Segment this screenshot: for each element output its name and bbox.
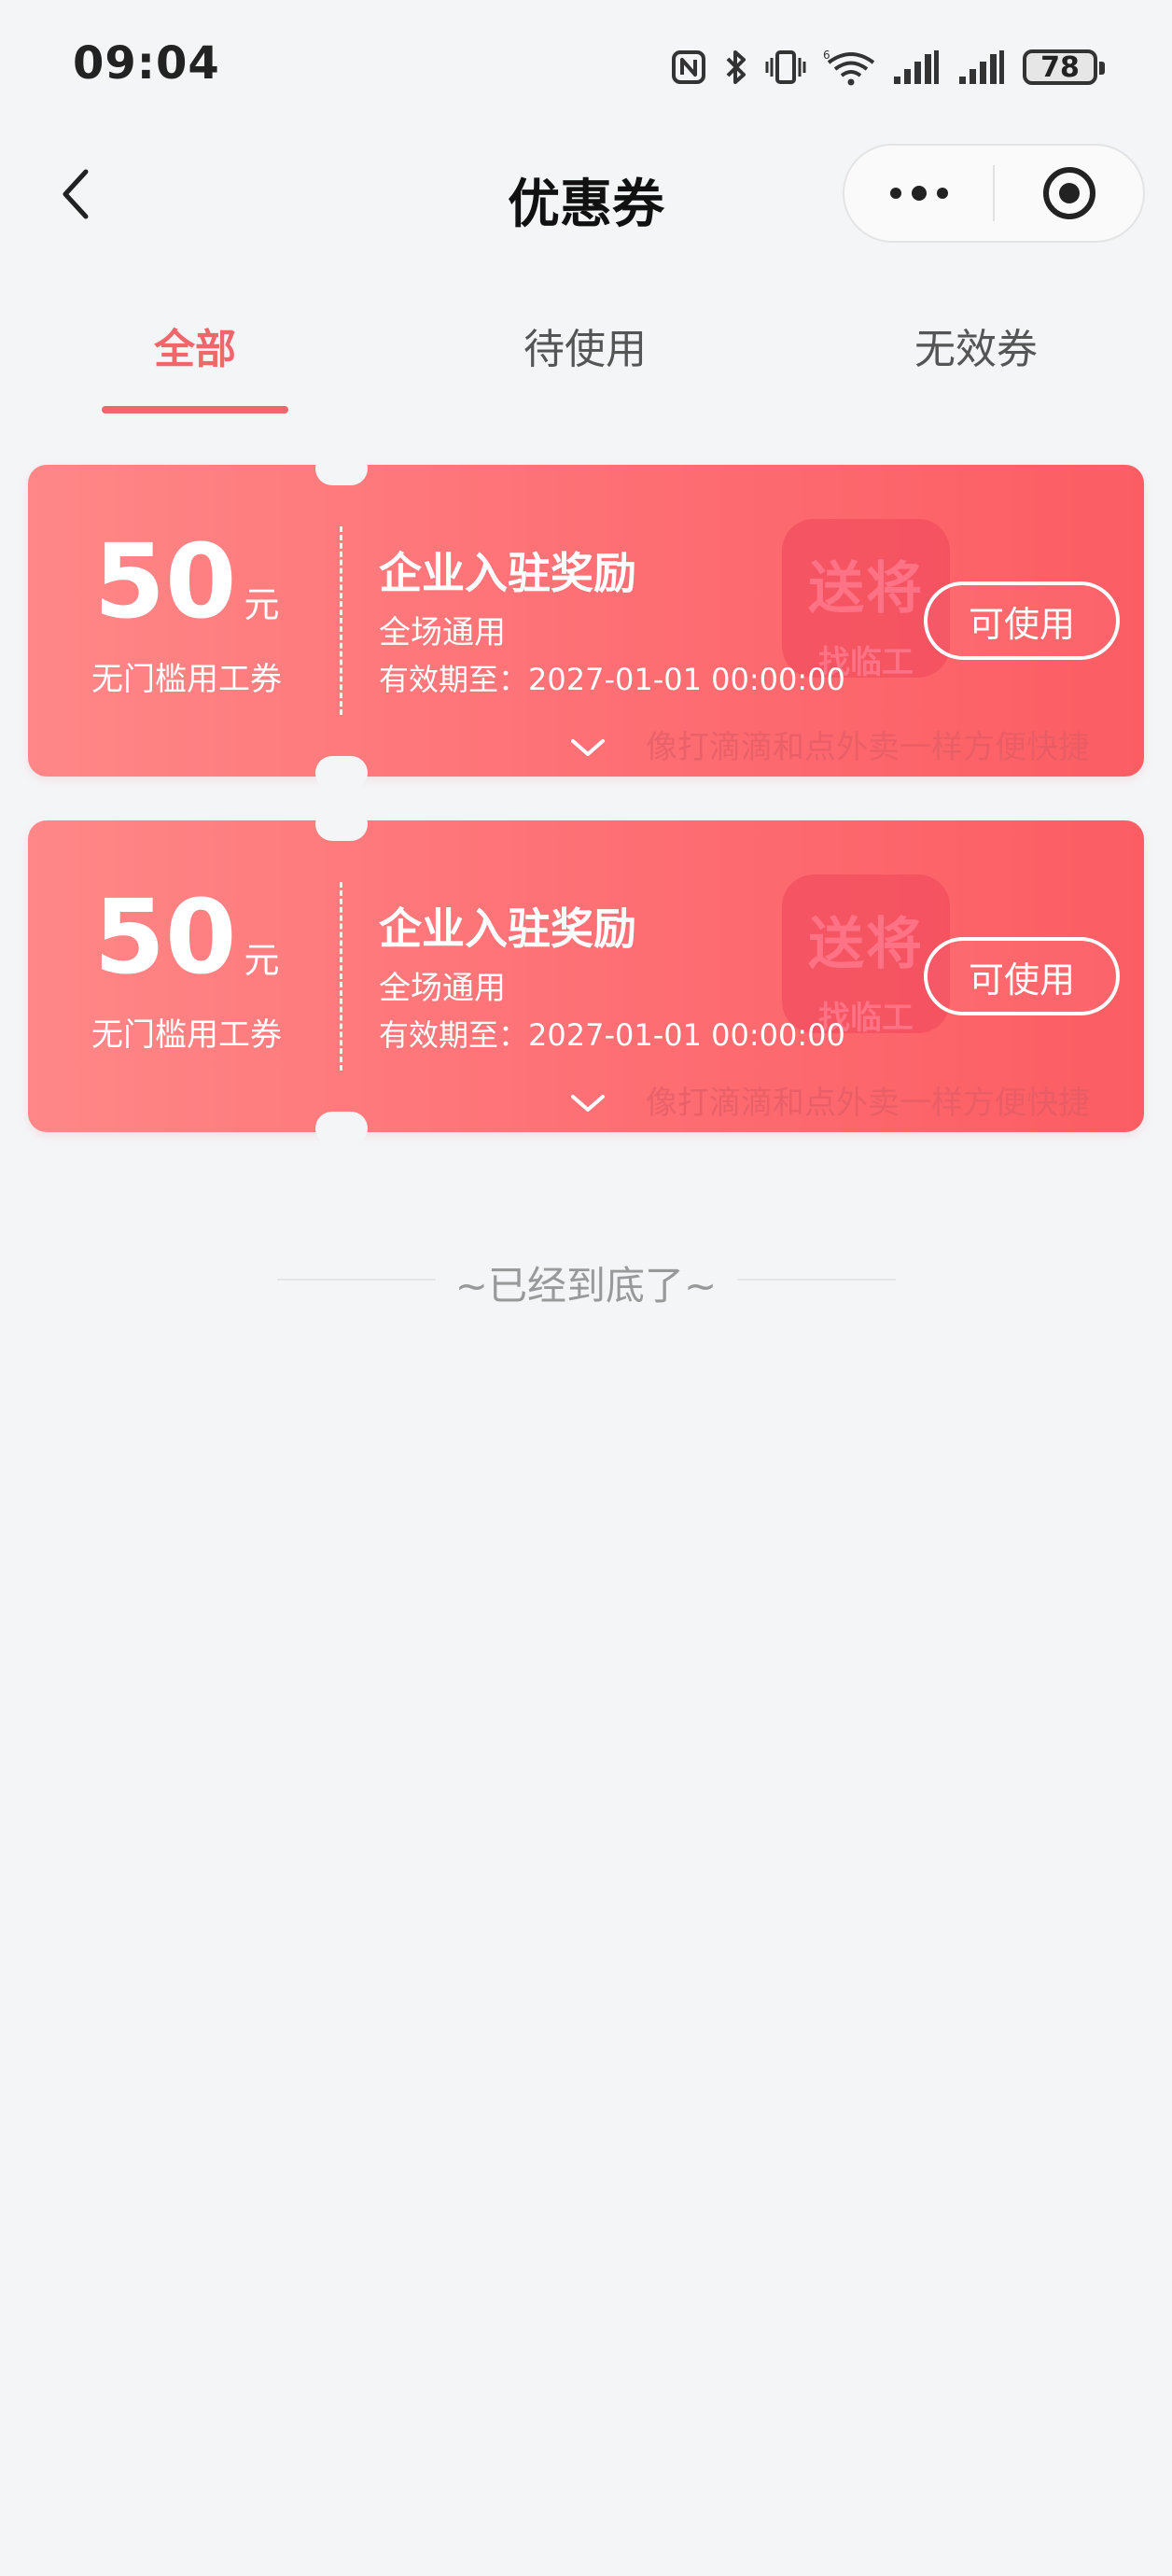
tab-all[interactable]: 全部 (55, 315, 335, 375)
coupon-amount-unit: 元 (244, 940, 280, 981)
status-icons: 6 78 (670, 43, 1105, 91)
chevron-down-icon[interactable] (567, 735, 608, 760)
watermark-logo: 送将 找临工 (782, 875, 950, 1037)
coupon-divider (340, 882, 342, 1071)
use-coupon-button[interactable]: 可使用 (924, 937, 1120, 1015)
end-divider-right (737, 1279, 896, 1281)
list-end-text: ~已经到底了~ (454, 1263, 718, 1309)
nfc-icon (670, 49, 707, 86)
mini-program-capsule (843, 144, 1145, 243)
coupon-type: 无门槛用工券 (91, 1016, 282, 1054)
coupon-expiry: 有效期至：2027-01-01 00:00:00 (379, 662, 845, 697)
tab-pending[interactable]: 待使用 (445, 315, 725, 375)
coupon-card[interactable]: 50 元 无门槛用工券 送将 找临工 像打滴滴和点外卖一样方便快捷 企业入驻奖励 … (28, 452, 1144, 790)
coupon-notch-top (315, 807, 368, 841)
vibrate-icon (765, 49, 806, 86)
target-close-icon (1042, 167, 1095, 219)
coupon-scope: 全场通用 (379, 614, 506, 651)
tab-invalid[interactable]: 无效券 (836, 315, 1116, 375)
bluetooth-icon (724, 48, 748, 87)
signal-icon (892, 49, 941, 86)
coupon-type: 无门槛用工券 (91, 661, 282, 698)
status-bar: 09:04 6 78 (0, 0, 1172, 131)
coupon-amount: 50 元 (28, 886, 345, 988)
coupon-notch-bottom (315, 1112, 368, 1145)
watermark-logo: 送将 找临工 (782, 519, 950, 681)
coupon-notch-top (315, 452, 368, 485)
watermark-slogan: 像打滴滴和点外卖一样方便快捷 (646, 729, 1090, 766)
more-dots-icon (889, 186, 948, 201)
coupon-card[interactable]: 50 元 无门槛用工券 送将 找临工 像打滴滴和点外卖一样方便快捷 企业入驻奖励 … (28, 807, 1144, 1145)
coupon-amount-unit: 元 (244, 584, 280, 625)
close-mini-program-button[interactable] (995, 146, 1143, 241)
signal-icon-2 (957, 49, 1006, 86)
watermark-slogan: 像打滴滴和点外卖一样方便快捷 (646, 1085, 1090, 1122)
coupon-expiry: 有效期至：2027-01-01 00:00:00 (379, 1017, 845, 1053)
coupon-title: 企业入驻奖励 (379, 903, 636, 954)
wifi-icon: 6 (823, 48, 875, 87)
battery-icon: 78 (1023, 49, 1105, 85)
coupon-scope: 全场通用 (379, 970, 506, 1007)
coupon-amount-value: 50 (93, 877, 237, 997)
coupon-tabs: 全部 待使用 无效券 (0, 299, 1172, 420)
coupon-divider (340, 526, 342, 715)
coupon-title: 企业入驻奖励 (379, 548, 636, 598)
chevron-down-icon[interactable] (567, 1091, 608, 1115)
coupon-amount-value: 50 (93, 522, 237, 641)
status-time: 09:04 (73, 37, 220, 90)
more-button[interactable] (844, 146, 993, 241)
svg-text:6: 6 (823, 49, 830, 62)
coupon-notch-bottom (315, 756, 368, 790)
nav-bar: 优惠券 (0, 131, 1172, 261)
coupon-amount: 50 元 (28, 530, 345, 633)
use-coupon-button[interactable]: 可使用 (924, 581, 1120, 660)
tab-active-indicator (102, 406, 288, 413)
